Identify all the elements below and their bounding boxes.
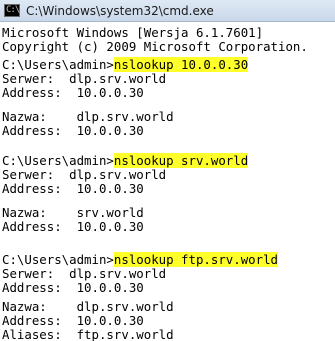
output-line: Nazwa: dlp.srv.world (2, 109, 174, 124)
command-line: C:\Users\admin>nslookup srv.world (2, 153, 249, 168)
output-line: Serwer: dlp.srv.world (2, 167, 167, 182)
prompt: C:\Users\admin> (2, 57, 114, 72)
output-line: Aliases: ftp.srv.world (2, 327, 174, 341)
command-line: C:\Users\admin>nslookup ftp.srv.world (2, 252, 279, 267)
command-line: C:\Users\admin>nslookup 10.0.0.30 (2, 57, 249, 72)
command-text: nslookup ftp.srv.world (113, 252, 279, 267)
output-line: Nazwa: dlp.srv.world (2, 299, 174, 314)
command-text: nslookup srv.world (113, 153, 249, 168)
output-line: Address: 10.0.0.30 (2, 219, 144, 234)
title-bar[interactable]: C:\ C:\Windows\system32\cmd.exe (0, 0, 335, 22)
output-line: Address: 10.0.0.30 (2, 123, 144, 138)
prompt: C:\Users\admin> (2, 252, 114, 267)
output-line: Address: 10.0.0.30 (2, 85, 144, 100)
console-output[interactable]: Microsoft Windows [Wersja 6.1.7601] Copy… (0, 24, 335, 341)
output-line: Serwer: dlp.srv.world (2, 71, 167, 86)
console-line: Microsoft Windows [Wersja 6.1.7601] (2, 25, 264, 40)
output-line: Address: 10.0.0.30 (2, 280, 144, 295)
command-text: nslookup 10.0.0.30 (113, 57, 249, 72)
output-line: Address: 10.0.0.30 (2, 313, 144, 328)
cmd-icon-glyph: C:\ (6, 5, 20, 15)
output-line: Address: 10.0.0.30 (2, 181, 144, 196)
prompt: C:\Users\admin> (2, 153, 114, 168)
output-line: Nazwa: srv.world (2, 205, 144, 220)
window-title: C:\Windows\system32\cmd.exe (26, 4, 214, 18)
output-line: Serwer: dlp.srv.world (2, 266, 167, 281)
console-line: Copyright (c) 2009 Microsoft Corporation… (2, 39, 308, 54)
cmd-icon: C:\ (4, 4, 20, 17)
cmd-window: C:\ C:\Windows\system32\cmd.exe Microsof… (0, 0, 335, 341)
